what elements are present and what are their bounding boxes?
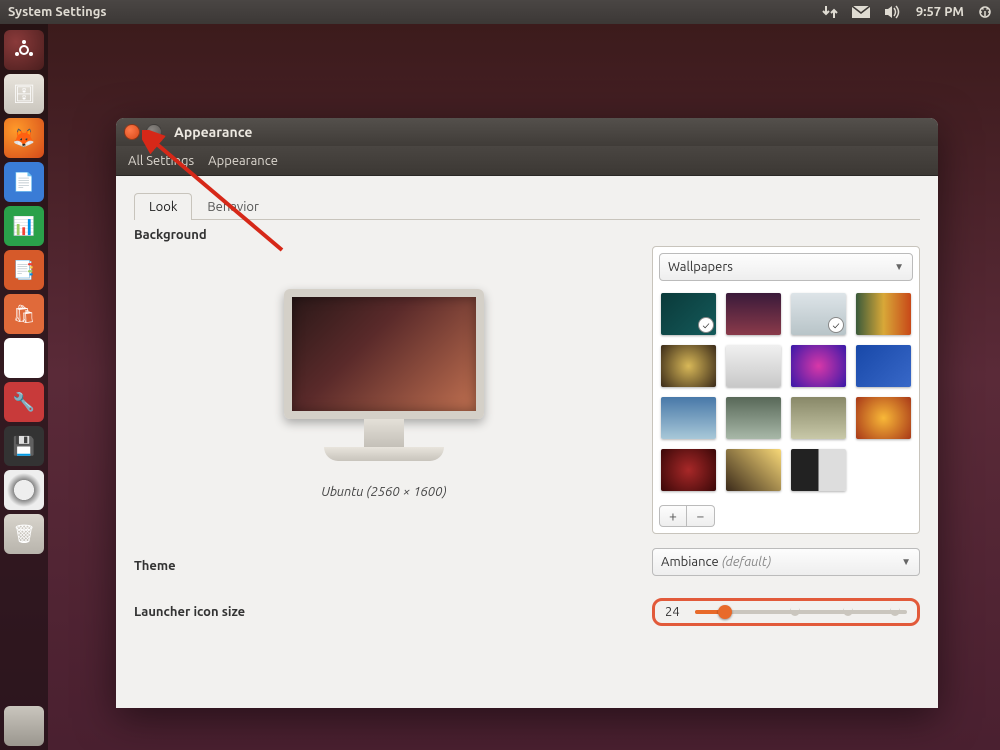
theme-default-suffix: (default) <box>722 555 772 569</box>
tab-look[interactable]: Look <box>134 193 192 220</box>
launcher-size-label: Launcher icon size <box>134 605 634 619</box>
launcher-size-slider[interactable] <box>695 610 907 614</box>
volume-icon[interactable] <box>884 5 902 19</box>
wallpaper-thumb[interactable] <box>726 293 781 335</box>
launcher-calc[interactable]: 📊 <box>4 206 44 246</box>
tab-behavior[interactable]: Behavior <box>192 193 274 220</box>
wallpaper-preview: Ubuntu (2560 × 1600) <box>134 246 634 534</box>
window-title: Appearance <box>174 124 252 140</box>
wallpaper-thumb[interactable] <box>661 397 716 439</box>
appearance-window: Appearance All Settings Appearance Look … <box>116 118 938 708</box>
wallpaper-thumb[interactable] <box>661 449 716 491</box>
slider-knob[interactable] <box>718 605 732 619</box>
monitor-screen-preview <box>284 289 484 419</box>
launcher-firefox[interactable]: 🦊 <box>4 118 44 158</box>
launcher-size-highlight: 24 <box>652 598 920 626</box>
launcher-files[interactable]: 🗄 <box>4 74 44 114</box>
wallpaper-thumb[interactable] <box>661 345 716 387</box>
network-icon[interactable] <box>822 5 838 19</box>
wallpaper-source-dropdown[interactable]: Wallpapers ▼ <box>659 253 913 281</box>
wallpaper-thumb[interactable] <box>791 293 846 335</box>
breadcrumb-current: Appearance <box>208 154 278 168</box>
chevron-down-icon: ▼ <box>901 556 911 568</box>
launcher-impress[interactable]: 📑 <box>4 250 44 290</box>
launcher-writer[interactable]: 📄 <box>4 162 44 202</box>
wallpaper-thumb[interactable] <box>726 397 781 439</box>
power-icon[interactable] <box>978 5 992 19</box>
breadcrumb-all-settings[interactable]: All Settings <box>128 154 194 168</box>
launcher-floppy[interactable]: 💾 <box>4 426 44 466</box>
theme-dropdown[interactable]: Ambiance (default) ▼ <box>652 548 920 576</box>
wallpaper-thumb[interactable] <box>791 397 846 439</box>
wallpaper-thumb[interactable] <box>791 449 846 491</box>
breadcrumb-toolbar: All Settings Appearance <box>116 146 938 176</box>
window-titlebar[interactable]: Appearance <box>116 118 938 146</box>
wallpaper-thumb[interactable] <box>661 293 716 335</box>
wallpaper-thumb[interactable] <box>856 345 911 387</box>
clock[interactable]: 9:57 PM <box>916 5 964 19</box>
mail-icon[interactable] <box>852 6 870 18</box>
launcher-dash[interactable] <box>4 30 44 70</box>
top-menubar: System Settings 9:57 PM <box>0 0 1000 24</box>
launcher-software[interactable]: 🛍 <box>4 294 44 334</box>
chevron-down-icon: ▼ <box>894 261 904 273</box>
window-close-button[interactable] <box>124 124 140 140</box>
wallpaper-caption: Ubuntu (2560 × 1600) <box>321 485 446 499</box>
theme-label: Theme <box>134 559 634 573</box>
launcher-workspace[interactable] <box>4 706 44 746</box>
wallpaper-thumb[interactable] <box>726 345 781 387</box>
wallpaper-thumb[interactable] <box>791 345 846 387</box>
window-minimize-button[interactable] <box>146 124 162 140</box>
wallpaper-thumb[interactable] <box>856 397 911 439</box>
launcher-size-value: 24 <box>665 605 687 619</box>
theme-value: Ambiance <box>661 555 719 569</box>
add-wallpaper-button[interactable]: + <box>659 505 687 527</box>
wallpaper-picker: Wallpapers ▼ <box>652 246 920 534</box>
launcher-settings[interactable]: 🔧 <box>4 382 44 422</box>
unity-launcher: 🗄 🦊 📄 📊 📑 🛍 a 🔧 💾 🗑 <box>0 24 48 750</box>
wallpaper-thumb[interactable] <box>726 449 781 491</box>
dropdown-value: Wallpapers <box>668 260 733 274</box>
background-label: Background <box>134 228 920 242</box>
remove-wallpaper-button[interactable]: − <box>687 505 715 527</box>
launcher-amazon[interactable]: a <box>4 338 44 378</box>
launcher-trash[interactable]: 🗑 <box>4 514 44 554</box>
launcher-disc[interactable] <box>4 470 44 510</box>
tab-bar: Look Behavior <box>134 192 920 220</box>
active-app-title: System Settings <box>8 5 107 19</box>
wallpaper-thumb[interactable] <box>856 293 911 335</box>
